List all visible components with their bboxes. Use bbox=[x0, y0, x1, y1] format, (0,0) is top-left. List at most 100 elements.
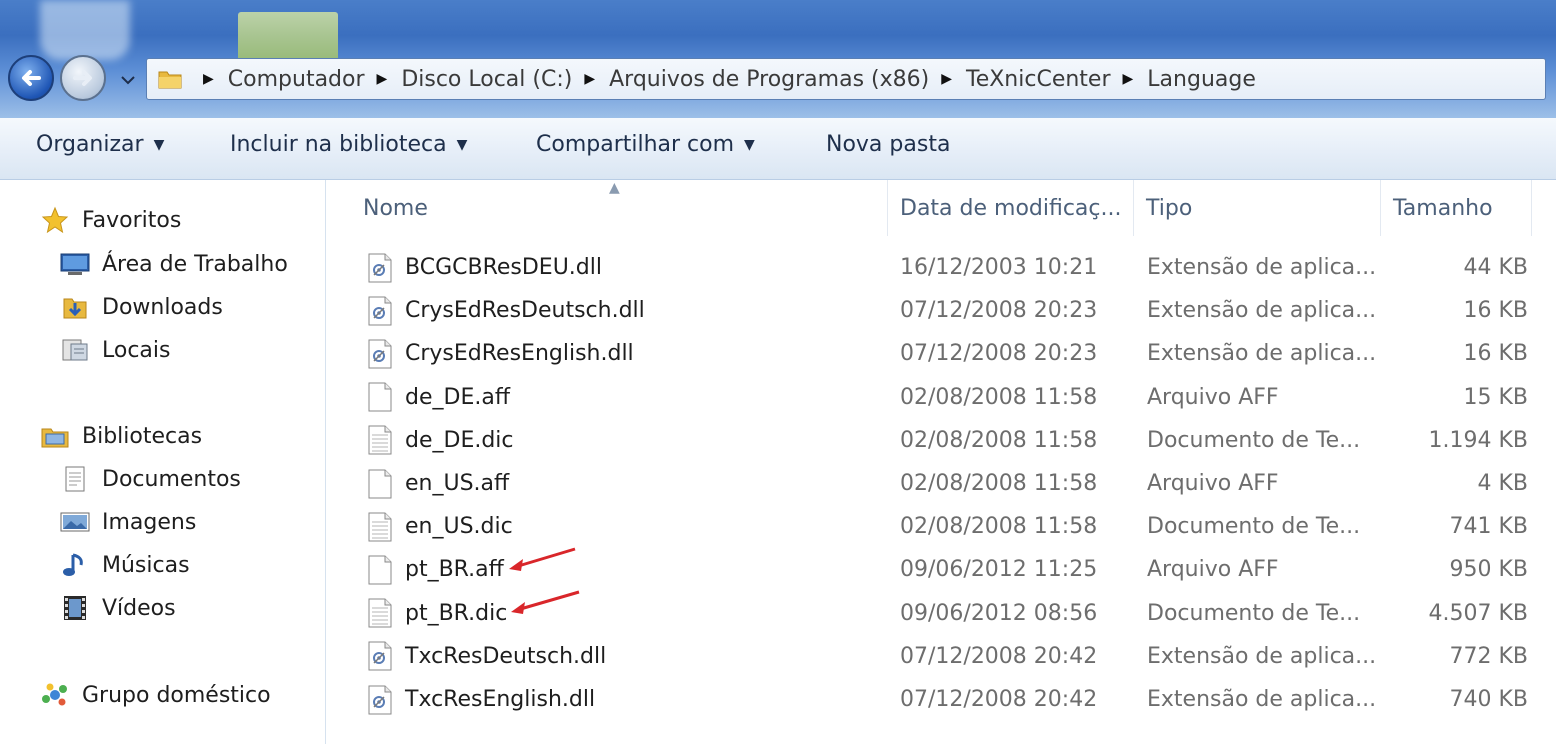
organize-label: Organizar bbox=[36, 132, 144, 157]
sidebar-item-label: Imagens bbox=[102, 509, 197, 535]
breadcrumb-separator-icon[interactable]: ▶ bbox=[377, 71, 388, 87]
sidebar-item-documents[interactable]: Documentos bbox=[60, 465, 241, 493]
column-header-size[interactable]: Tamanho bbox=[1381, 180, 1531, 236]
sidebar-item-favorites[interactable]: Favoritos bbox=[40, 206, 181, 234]
back-button[interactable] bbox=[8, 55, 54, 101]
column-divider[interactable] bbox=[1531, 180, 1532, 236]
pictures-icon bbox=[60, 508, 90, 536]
file-date: 02/08/2008 11:58 bbox=[900, 514, 1098, 540]
breadcrumb-computer[interactable]: Computador bbox=[228, 67, 365, 92]
text-file-icon bbox=[367, 425, 393, 455]
file-name-cell[interactable]: TxcResDeutsch.dll bbox=[367, 635, 606, 678]
annotation-arrow-icon bbox=[511, 590, 580, 614]
breadcrumb-local-disk[interactable]: Disco Local (C:) bbox=[401, 67, 572, 92]
blank-file-icon bbox=[367, 469, 393, 499]
file-name-cell[interactable]: pt_BR.aff bbox=[367, 548, 504, 591]
breadcrumb-separator-icon[interactable]: ▶ bbox=[1123, 71, 1134, 87]
file-date: 07/12/2008 20:42 bbox=[900, 687, 1098, 712]
column-header-label: Data de modificaç... bbox=[900, 195, 1122, 221]
sidebar-item-label: Downloads bbox=[102, 294, 223, 320]
file-name-cell[interactable]: CrysEdResDeutsch.dll bbox=[367, 289, 645, 332]
file-name-cell[interactable]: CrysEdResEnglish.dll bbox=[367, 332, 634, 375]
file-name-cell[interactable]: de_DE.aff bbox=[367, 376, 510, 419]
share-with-button[interactable]: Compartilhar com ▼ bbox=[536, 132, 755, 157]
organize-button[interactable]: Organizar ▼ bbox=[36, 132, 164, 157]
sidebar-item-videos[interactable]: Vídeos bbox=[60, 594, 176, 622]
sidebar-item-recent-places[interactable]: Locais bbox=[60, 336, 170, 364]
table-row[interactable]: en_US.dic 02/08/2008 11:58 Documento de Te… bbox=[327, 505, 1556, 548]
column-header-name[interactable]: Nome bbox=[351, 180, 887, 236]
file-type: Extensão de aplica... bbox=[1147, 341, 1377, 367]
sidebar-item-desktop[interactable]: Área de Trabalho bbox=[60, 250, 288, 278]
file-size: 740 KB bbox=[1449, 687, 1528, 712]
file-type: Extensão de aplica... bbox=[1147, 298, 1377, 324]
sidebar-item-downloads[interactable]: Downloads bbox=[60, 293, 223, 321]
file-type: Extensão de aplica... bbox=[1147, 255, 1377, 280]
navigation-pane: Favoritos Área de Trabalho Downloads Loc… bbox=[0, 180, 326, 744]
documents-icon bbox=[60, 465, 90, 493]
table-row[interactable]: CrysEdResEnglish.dll 07/12/2008 20:23 Exte… bbox=[327, 332, 1556, 375]
sidebar-item-libraries[interactable]: Bibliotecas bbox=[40, 422, 202, 450]
file-type: Arquivo AFF bbox=[1147, 384, 1279, 410]
file-type: Documento de Te... bbox=[1147, 514, 1361, 540]
caret-down-icon: ▼ bbox=[744, 136, 755, 153]
file-name-cell[interactable]: en_US.dic bbox=[367, 505, 513, 548]
back-arrow-icon bbox=[22, 70, 41, 86]
table-row[interactable]: en_US.aff 02/08/2008 11:58 Arquivo AFF 4 KB bbox=[327, 462, 1556, 505]
file-name-cell[interactable]: BCGCBResDEU.dll bbox=[367, 246, 602, 289]
file-name-cell[interactable]: TxcResEnglish.dll bbox=[367, 678, 595, 721]
table-row[interactable]: BCGCBResDEU.dll 16/12/2003 10:21 Extensão … bbox=[327, 246, 1556, 289]
file-date: 02/08/2008 11:58 bbox=[900, 471, 1098, 496]
sidebar-item-homegroup[interactable]: Grupo doméstico bbox=[40, 681, 271, 709]
table-row[interactable]: TxcResDeutsch.dll 07/12/2008 20:42 Extensã… bbox=[327, 635, 1556, 678]
file-name-cell[interactable]: en_US.aff bbox=[367, 462, 509, 505]
new-folder-button[interactable]: Nova pasta bbox=[826, 132, 950, 157]
sidebar-item-music[interactable]: Músicas bbox=[60, 551, 190, 579]
file-name: de_DE.dic bbox=[405, 427, 514, 453]
column-header-date[interactable]: Data de modificaç... bbox=[888, 180, 1133, 236]
column-header-type[interactable]: Tipo bbox=[1134, 180, 1380, 236]
breadcrumb-program-files[interactable]: Arquivos de Programas (x86) bbox=[609, 67, 929, 92]
table-row[interactable]: TxcResEnglish.dll 07/12/2008 20:42 Extensã… bbox=[327, 678, 1556, 721]
recent-places-icon bbox=[60, 336, 90, 364]
forward-button[interactable] bbox=[60, 55, 106, 101]
file-name: pt_BR.dic bbox=[405, 600, 508, 626]
blank-file-icon bbox=[367, 555, 393, 585]
table-row[interactable]: de_DE.aff 02/08/2008 11:58 Arquivo AFF 15 K… bbox=[327, 376, 1556, 419]
file-type: Arquivo AFF bbox=[1147, 471, 1279, 496]
file-date: 02/08/2008 11:58 bbox=[900, 384, 1098, 410]
breadcrumb-language[interactable]: Language bbox=[1147, 67, 1256, 92]
dll-file-icon bbox=[367, 339, 393, 369]
address-bar[interactable]: ▶ Computador ▶ Disco Local (C:) ▶ Arquiv… bbox=[146, 58, 1546, 100]
file-name-cell[interactable]: de_DE.dic bbox=[367, 419, 514, 462]
include-in-library-button[interactable]: Incluir na biblioteca ▼ bbox=[230, 132, 467, 157]
dll-file-icon bbox=[367, 685, 393, 715]
file-name-cell[interactable]: pt_BR.dic bbox=[367, 592, 507, 635]
sidebar-item-label: Locais bbox=[102, 337, 171, 363]
breadcrumb-separator-icon[interactable]: ▶ bbox=[584, 71, 595, 87]
sidebar-item-pictures[interactable]: Imagens bbox=[60, 508, 196, 536]
breadcrumb-texniccenter[interactable]: TeXnicCenter bbox=[966, 67, 1111, 92]
file-name: TxcResEnglish.dll bbox=[405, 687, 596, 712]
table-row[interactable]: CrysEdResDeutsch.dll 07/12/2008 20:23 Exte… bbox=[327, 289, 1556, 332]
column-header-label: Tamanho bbox=[1393, 195, 1493, 221]
forward-arrow-icon bbox=[73, 70, 92, 86]
new-folder-label: Nova pasta bbox=[826, 132, 951, 157]
caret-down-icon: ▼ bbox=[153, 136, 165, 153]
background-window-thumbnail bbox=[238, 12, 338, 62]
file-type: Documento de Te... bbox=[1147, 600, 1361, 626]
breadcrumb-separator-icon[interactable]: ▶ bbox=[203, 71, 214, 87]
column-header-label: Tipo bbox=[1146, 195, 1193, 221]
title-bar: ▶ Computador ▶ Disco Local (C:) ▶ Arquiv… bbox=[0, 0, 1556, 118]
file-size: 4 KB bbox=[1477, 471, 1528, 496]
file-date: 16/12/2003 10:21 bbox=[900, 255, 1098, 280]
file-type: Documento de Te... bbox=[1147, 427, 1361, 453]
breadcrumb-separator-icon[interactable]: ▶ bbox=[941, 71, 952, 87]
text-file-icon bbox=[367, 512, 393, 542]
file-size: 16 KB bbox=[1463, 298, 1528, 324]
recent-pages-button[interactable] bbox=[118, 70, 138, 90]
file-size: 44 KB bbox=[1463, 255, 1528, 280]
libraries-icon bbox=[40, 422, 70, 450]
file-date: 07/12/2008 20:42 bbox=[900, 643, 1098, 669]
table-row[interactable]: de_DE.dic 02/08/2008 11:58 Documento de Te… bbox=[327, 419, 1556, 462]
